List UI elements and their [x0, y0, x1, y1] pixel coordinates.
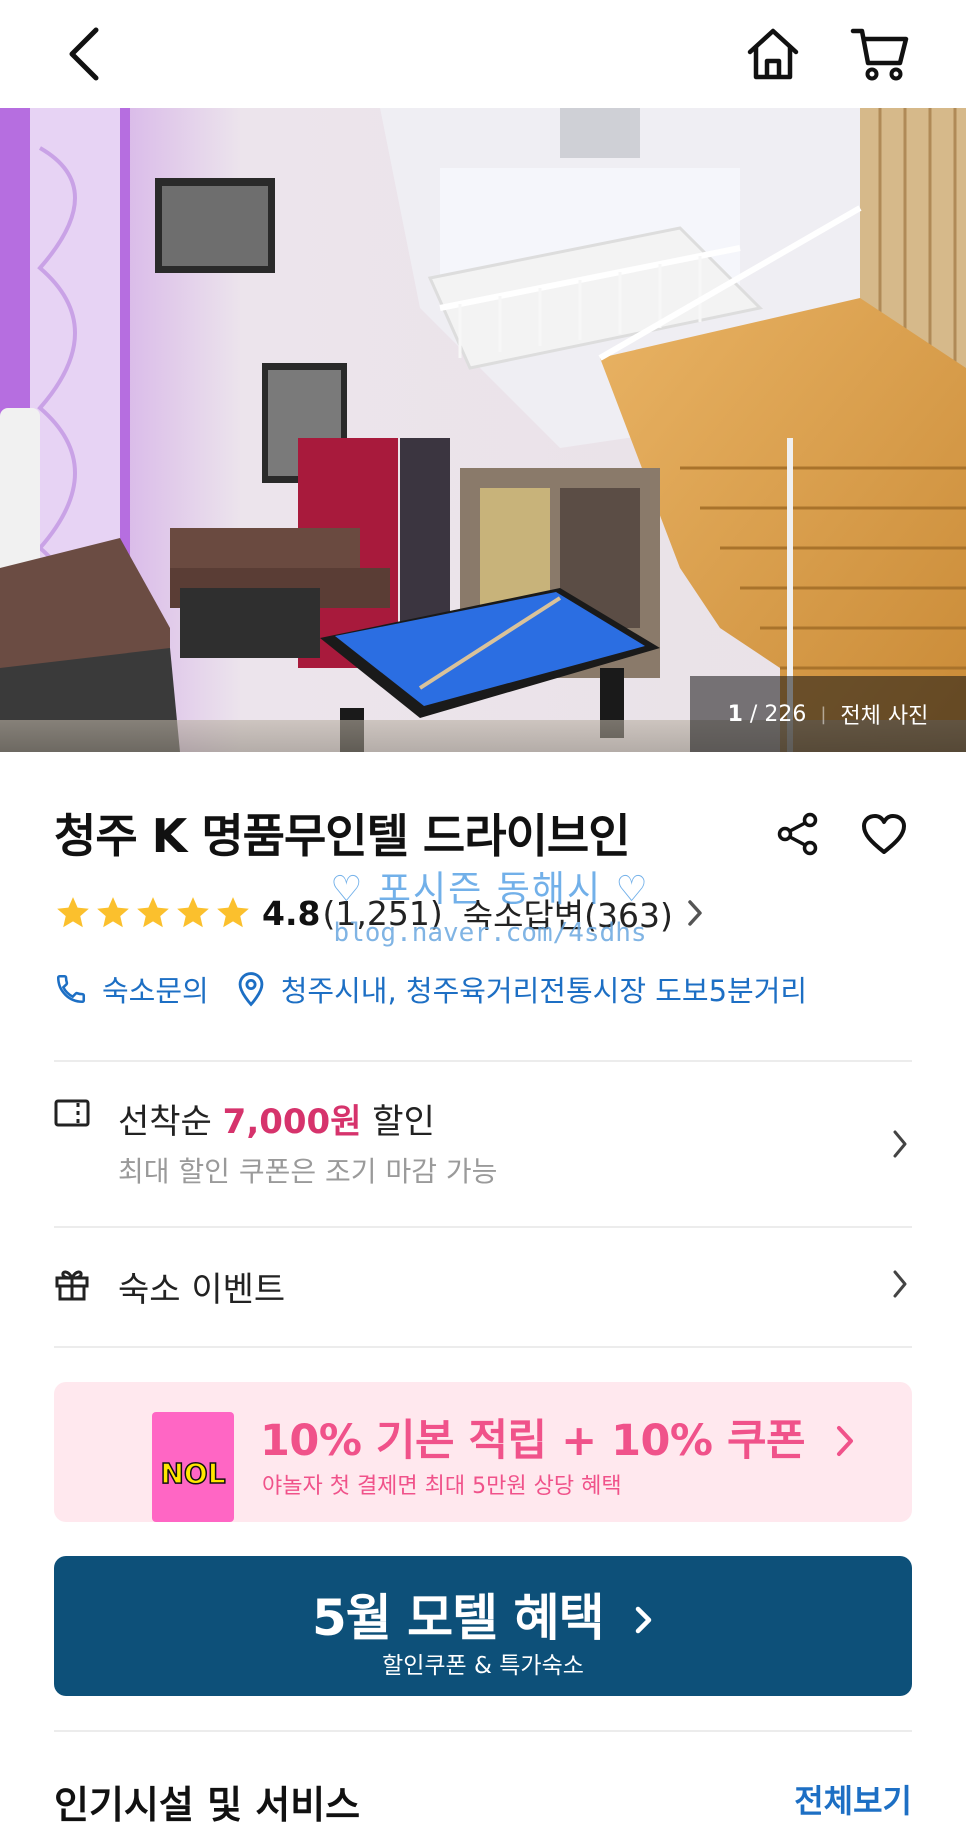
photo-separator: / [749, 701, 758, 727]
star-icon [97, 897, 129, 928]
divider [54, 1226, 912, 1228]
promo-headline: 10% 기본 적립 + 10% 쿠폰 [260, 1406, 856, 1468]
divider [54, 1730, 912, 1732]
see-all-link[interactable]: 전체보기 [794, 1776, 912, 1822]
coupon-prefix: 선착순 [118, 1102, 212, 1142]
chevron-right-icon [890, 1128, 910, 1164]
gift-icon [54, 1266, 90, 1306]
photo-total-count: 226 [764, 701, 807, 727]
event-row[interactable]: 숙소 이벤트 [54, 1240, 912, 1330]
heart-icon [862, 814, 906, 854]
host-reply-count: 숙소답변(363) [462, 896, 673, 935]
top-nav-bar [0, 0, 966, 108]
location-link[interactable]: 청주시내, 청주육거리전통시장 도보5분거리 [281, 968, 807, 1010]
facilities-section-header: 인기시설 및 서비스 전체보기 [54, 1772, 912, 1828]
room-photo [0, 108, 966, 752]
phone-icon [54, 972, 88, 1006]
review-count: (1,251) [322, 893, 443, 933]
divider [54, 1060, 912, 1062]
chevron-right-icon [836, 1426, 853, 1456]
star-icon [57, 897, 89, 928]
wishlist-button[interactable] [856, 806, 912, 862]
promo-subline: 야놀자 첫 결제면 최대 5만원 상당 혜택 [262, 1474, 622, 1499]
coupon-note: 최대 할인 쿠폰은 조기 마감 가능 [118, 1155, 498, 1188]
nol-card-image: NOL [152, 1412, 234, 1522]
counter-divider: | [820, 703, 827, 725]
coupon-amount: 7,000원 [222, 1102, 362, 1142]
cart-icon [850, 28, 909, 81]
photo-current-index: 1 [727, 701, 743, 727]
rating-stars [54, 894, 252, 932]
star-icon [177, 897, 209, 928]
all-photos-link[interactable]: 전체 사진 [840, 698, 928, 730]
divider [54, 1346, 912, 1348]
event-label: 숙소 이벤트 [118, 1270, 286, 1310]
chevron-right-icon [635, 1606, 652, 1634]
share-icon [777, 812, 818, 856]
facilities-title: 인기시설 및 서비스 [54, 1783, 361, 1827]
chevron-right-icon [685, 898, 705, 928]
room-photo-gallery[interactable]: 1 / 226 | 전체 사진 [0, 108, 966, 752]
cart-button[interactable] [840, 14, 920, 94]
coupon-icon [54, 1098, 90, 1132]
motel-benefit-banner[interactable]: 5월 모텔 혜택 할인쿠폰 & 특가숙소 [54, 1556, 912, 1696]
star-icon [137, 897, 169, 928]
back-button[interactable] [46, 14, 126, 94]
rating-value: 4.8 [262, 893, 321, 933]
star-icon [217, 897, 249, 928]
back-arrow-icon [69, 27, 99, 81]
rating-row[interactable]: 4.8 (1,251) 숙소답변(363) [54, 888, 705, 938]
home-button[interactable] [733, 14, 813, 94]
info-row: 숙소문의 청주시내, 청주육거리전통시장 도보5분거리 [54, 968, 807, 1010]
banner-headline: 5월 모텔 혜택 [54, 1578, 912, 1650]
share-button[interactable] [770, 806, 826, 862]
home-icon [747, 28, 799, 80]
nol-logo: NOL [154, 1452, 232, 1492]
banner-headline-text: 5월 모텔 혜택 [311, 1589, 605, 1647]
banner-subline: 할인쿠폰 & 특가숙소 [382, 1653, 584, 1679]
coupon-title: 선착순 7,000원 할인 [118, 1094, 435, 1143]
chevron-right-icon [890, 1268, 910, 1304]
coupon-suffix: 할인 [372, 1102, 435, 1142]
svg-text:NOL: NOL [160, 1457, 225, 1490]
promo-headline-text: 10% 기본 적립 + 10% 쿠폰 [260, 1416, 806, 1466]
inquiry-link[interactable]: 숙소문의 [102, 968, 209, 1010]
promo-banner[interactable]: NOL 10% 기본 적립 + 10% 쿠폰 야놀자 첫 결제면 최대 5만원 … [54, 1382, 912, 1522]
location-pin-icon [235, 971, 267, 1007]
coupon-row[interactable]: 선착순 7,000원 할인 최대 할인 쿠폰은 조기 마감 가능 [54, 1082, 912, 1202]
photo-counter[interactable]: 1 / 226 | 전체 사진 [690, 676, 966, 752]
